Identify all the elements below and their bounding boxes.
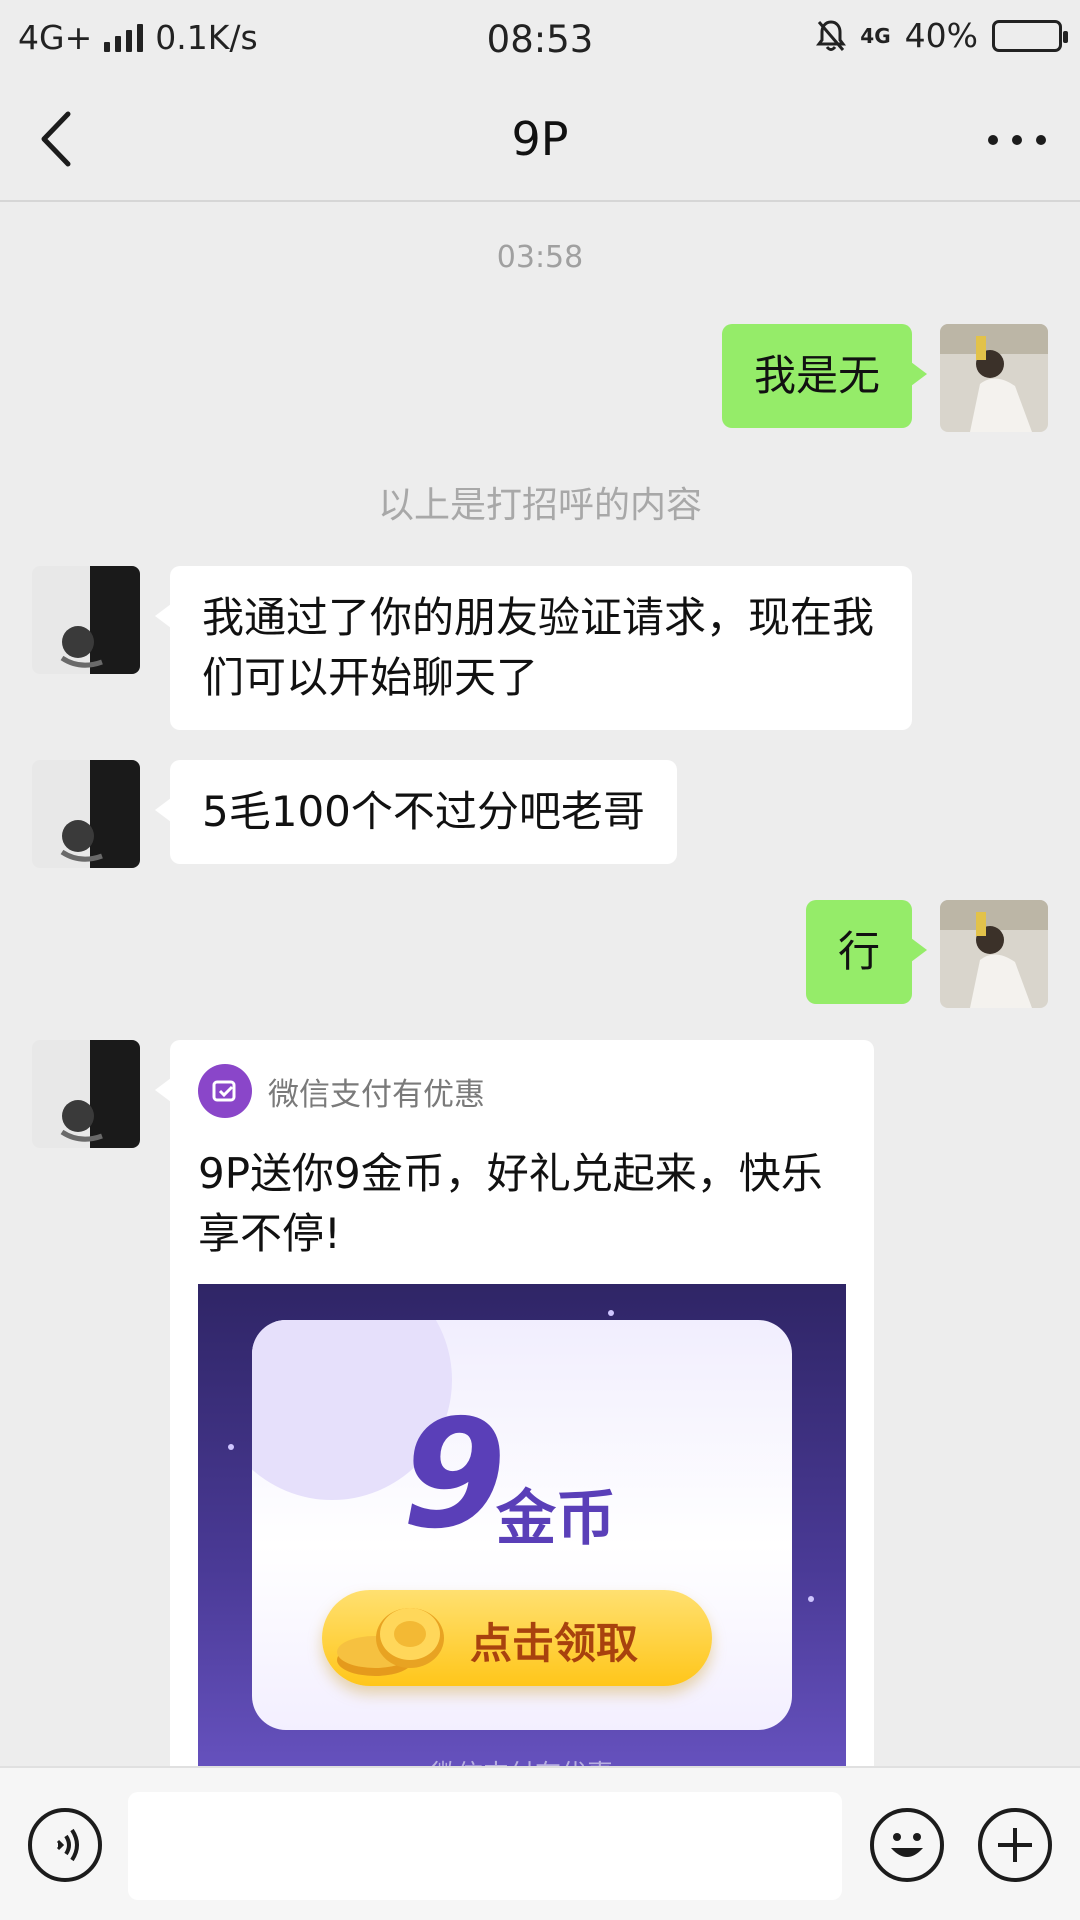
voice-input-icon[interactable] bbox=[28, 1808, 102, 1882]
contact-avatar[interactable] bbox=[32, 760, 140, 868]
battery-icon bbox=[992, 19, 1068, 52]
net-4g-label: 4G bbox=[860, 23, 891, 48]
card-header: 微信支付有优惠 bbox=[198, 1064, 485, 1118]
coin-amount: 9 bbox=[402, 1388, 507, 1562]
nav-bar: 9P bbox=[0, 76, 1080, 202]
promo-panel: 9 金币 点击领取 bbox=[252, 1320, 792, 1730]
contact-avatar[interactable] bbox=[32, 1040, 140, 1148]
status-bar: 4G+ 0.1K/s 08:53 4G 40% bbox=[0, 0, 1080, 76]
more-options-icon[interactable] bbox=[984, 112, 1050, 168]
promo-card-message[interactable]: 微信支付有优惠 9P送你9金币，好礼兑起来，快乐享不停! 9 金币 点击领取 bbox=[155, 1040, 874, 1766]
chat-area[interactable]: 03:58 我是无 以上是打招呼的内容 我通过了你的朋友验证请求，现在我们可以开… bbox=[0, 204, 1080, 1766]
card-source-label: 微信支付有优惠 bbox=[268, 1076, 485, 1113]
more-functions-icon[interactable] bbox=[978, 1808, 1052, 1882]
message-bubble-received[interactable]: 5毛100个不过分吧老哥 bbox=[155, 760, 677, 864]
my-avatar[interactable] bbox=[940, 900, 1048, 1008]
star-decoration bbox=[608, 1310, 614, 1316]
wechat-pay-logo-icon bbox=[198, 1064, 252, 1118]
card-title: 9P送你9金币，好礼兑起来，快乐享不停! bbox=[198, 1149, 823, 1258]
emoji-icon[interactable] bbox=[870, 1808, 944, 1882]
status-right: 4G 40% bbox=[816, 16, 1068, 55]
star-decoration bbox=[808, 1596, 814, 1602]
message-bubble-sent[interactable]: 我是无 bbox=[721, 324, 928, 428]
coins-icon bbox=[337, 1608, 444, 1676]
my-avatar[interactable] bbox=[940, 324, 1048, 432]
contact-avatar[interactable] bbox=[32, 566, 140, 674]
claim-button-label: 点击领取 bbox=[470, 1619, 639, 1668]
input-bar bbox=[0, 1766, 1080, 1920]
star-decoration bbox=[228, 1444, 234, 1450]
promo-footer: 微信支付有优惠 bbox=[198, 1754, 846, 1766]
claim-button[interactable]: 点击领取 bbox=[322, 1590, 712, 1686]
greeting-notice: 以上是打招呼的内容 bbox=[377, 485, 702, 526]
promo-banner[interactable]: 9 金币 点击领取 微信支付有优惠 bbox=[198, 1284, 846, 1766]
message-bubble-sent[interactable]: 行 bbox=[805, 900, 928, 1004]
battery-percent: 40% bbox=[904, 16, 978, 55]
message-timestamp: 03:58 bbox=[496, 240, 584, 275]
bell-muted-icon bbox=[816, 19, 847, 51]
message-input[interactable] bbox=[128, 1792, 842, 1900]
message-bubble-received[interactable]: 我通过了你的朋友验证请求，现在我们可以开始聊天了 bbox=[155, 566, 912, 730]
coin-unit: 金币 bbox=[496, 1484, 616, 1554]
chat-title: 9P bbox=[511, 112, 569, 166]
